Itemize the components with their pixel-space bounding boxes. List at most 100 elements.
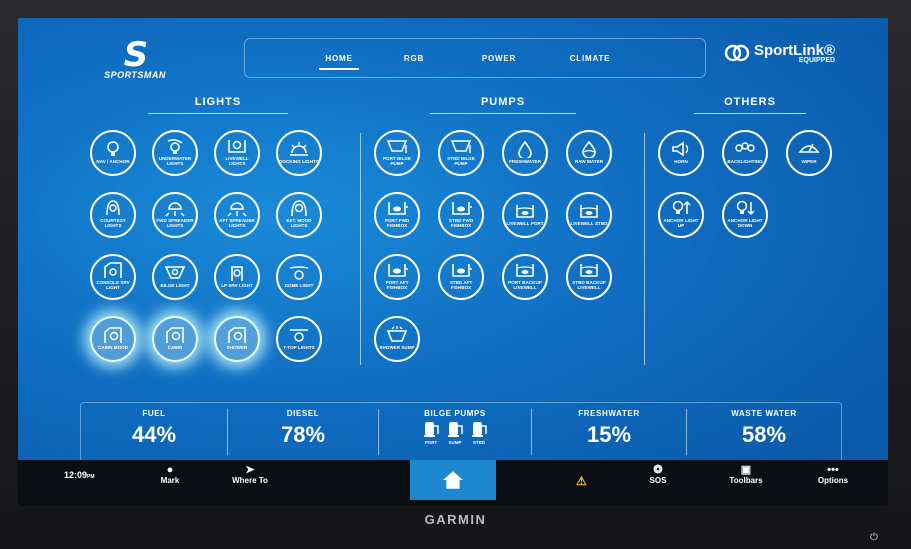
- pump-button-stbd-backup-livewell[interactable]: STBD BACKUP LIVEWELL: [566, 254, 612, 300]
- other-button-anchor-light-up[interactable]: ANCHOR LIGHT UP: [658, 192, 704, 238]
- fuel-gauge: FUEL 44%: [81, 403, 227, 461]
- underwater-light-icon: [167, 139, 183, 154]
- light-button-cabin[interactable]: CABIN: [152, 316, 198, 362]
- pump-button-port-aft-fishbox[interactable]: PORT AFT FISHBOX: [374, 254, 420, 300]
- tab-rgb[interactable]: RGB: [399, 54, 429, 63]
- button-label: CONSOLE SRV LIGHT: [96, 280, 130, 290]
- other-button-horn[interactable]: HORN: [658, 130, 704, 176]
- clock-ampm: PM: [87, 474, 95, 480]
- sump-icon: [386, 325, 408, 342]
- button-label: HORN: [674, 158, 688, 164]
- bilge-pump-icon: [448, 422, 463, 437]
- shower-light-icon: [228, 326, 246, 343]
- tab-power[interactable]: POWER: [479, 54, 519, 63]
- bilge-pump-sump-indicator: SUMP: [446, 420, 464, 445]
- waste-water-gauge: WASTE WATER 58%: [687, 403, 841, 461]
- pump-button-port-bilge-pump[interactable]: PORT BILGE PUMP: [374, 130, 420, 176]
- button-label: STBD FWD FISHBOX: [448, 218, 474, 228]
- bilge-pump-icon: [472, 422, 487, 437]
- warning-icon[interactable]: ⚠: [576, 474, 587, 488]
- light-button-ext-mood-lights[interactable]: EXT. MOOD LIGHTS: [276, 192, 322, 238]
- mark-button[interactable]: ● Mark: [150, 464, 190, 485]
- button-label: STBD AFT FISHBOX: [449, 280, 473, 290]
- home-icon: [443, 471, 463, 489]
- where-to-button[interactable]: ➤ Where To: [220, 464, 280, 485]
- fuel-value: 44%: [131, 422, 177, 447]
- bilge-pump-icon: [424, 422, 439, 437]
- light-button-dome-light[interactable]: DOME LIGHT: [276, 254, 322, 300]
- home-button[interactable]: [410, 460, 496, 500]
- options-button[interactable]: ••• Options: [808, 464, 858, 485]
- light-button-t-top-lights[interactable]: T-TOP LIGHTS: [276, 316, 322, 362]
- anchor-light-down-icon: [736, 200, 755, 216]
- button-label: PORT AFT FISHBOX: [385, 280, 409, 290]
- light-button-docking-lights[interactable]: DOCKING LIGHTS: [276, 130, 322, 176]
- pump-button-port-backup-livewell[interactable]: PORT BACKUP LIVEWELL: [502, 254, 548, 300]
- pump-button-port-fwd-fishbox[interactable]: PORT FWD FISHBOX: [374, 192, 420, 238]
- bilge-pumps-status: BILGE PUMPS PORT SUMP STBD: [379, 403, 531, 461]
- backlighting-icon: [735, 141, 755, 152]
- pumps-heading: PUMPS: [430, 96, 576, 114]
- courtesy-light-icon: [106, 200, 120, 216]
- button-label: EXT. MOOD LIGHTS: [286, 218, 312, 228]
- bilge-pump-port-indicator: PORT: [422, 420, 440, 445]
- freshwater-value: 15%: [586, 422, 632, 447]
- light-button-bilge-light[interactable]: BILGE LIGHT: [152, 254, 198, 300]
- sportlink-logo: SportLink® EQUIPPED: [724, 42, 835, 64]
- tab-climate[interactable]: CLIMATE: [565, 54, 615, 63]
- button-label: COURTESY LIGHTS: [100, 218, 126, 228]
- power-icon[interactable]: ⏻: [870, 532, 878, 543]
- pump-button-stbd-aft-fishbox[interactable]: STBD AFT FISHBOX: [438, 254, 484, 300]
- button-label: LIVEWELL PORT: [506, 220, 544, 226]
- toolbar-icon: ▣: [740, 464, 752, 476]
- options-label: Options: [817, 476, 849, 485]
- button-label: SHOWER SUMP: [379, 344, 415, 350]
- fishbox-icon: [452, 264, 472, 277]
- toolbars-button[interactable]: ▣ Toolbars: [718, 464, 774, 485]
- chartplotter-screen: S SPORTSMAN HOME RGB POWER CLIMATE Sport…: [18, 18, 888, 506]
- waste-water-value: 58%: [741, 422, 787, 447]
- bottom-toolbar: 12:09PM ● Mark ➤ Where To ⚠ ❂ SOS ▣ Tool…: [18, 460, 888, 506]
- light-button-courtesy-lights[interactable]: COURTESY LIGHTS: [90, 192, 136, 238]
- pump-button-stbd-fwd-fishbox[interactable]: STBD FWD FISHBOX: [438, 192, 484, 238]
- button-label: STBD BILGE PUMP: [447, 156, 475, 166]
- spreader-light-icon: [227, 202, 247, 217]
- light-button-livewell-lights[interactable]: LIVEWELL LIGHTS: [214, 130, 260, 176]
- light-button-shower[interactable]: SHOWER: [214, 316, 260, 362]
- others-heading: OTHERS: [694, 96, 806, 114]
- light-button-fwd-spreader-lights[interactable]: FWD SPREADER LIGHTS: [152, 192, 198, 238]
- sportlink-name: SportLink®: [754, 41, 836, 59]
- button-label: AFT SPREADER LIGHTS: [219, 218, 255, 228]
- button-label: RAW WATER: [574, 158, 604, 164]
- pump-button-livewell-port[interactable]: LIVEWELL PORT: [502, 192, 548, 238]
- light-button-cabin-mood[interactable]: CABIN MOOD: [90, 316, 136, 362]
- other-button-backlighting[interactable]: BACKLIGHTING: [722, 130, 768, 176]
- sportsman-logo: S SPORTSMAN: [100, 38, 170, 80]
- lights-heading: LIGHTS: [148, 96, 288, 114]
- button-label: ANCHOR LIGHT DOWN: [727, 218, 763, 228]
- location-pin-icon: ●: [166, 464, 174, 476]
- pump-button-shower-sump[interactable]: SHOWER SUMP: [374, 316, 420, 362]
- button-label: BILGE LIGHT: [160, 282, 190, 288]
- pump-button-freshwater[interactable]: FRESHWATER: [502, 130, 548, 176]
- button-label: PORT BILGE PUMP: [382, 156, 412, 166]
- bilge-pump-icon: [450, 140, 472, 153]
- pump-button-livewell-stbd[interactable]: LIVEWELL STBD: [566, 192, 612, 238]
- button-label: PORT BACKUP LIVEWELL: [508, 280, 542, 290]
- light-button-lp-srv-light[interactable]: LP SRV LIGHT: [214, 254, 260, 300]
- mood-light-icon: [291, 200, 307, 217]
- pump-button-stbd-bilge-pump[interactable]: STBD BILGE PUMP: [438, 130, 484, 176]
- light-button-aft-spreader-lights[interactable]: AFT SPREADER LIGHTS: [214, 192, 260, 238]
- sos-button[interactable]: ❂ SOS: [638, 464, 678, 485]
- tab-home[interactable]: HOME: [319, 54, 359, 70]
- light-button-underwater-lights[interactable]: UNDERWATER LIGHTS: [152, 130, 198, 176]
- other-button-anchor-light-down[interactable]: ANCHOR LIGHT DOWN: [722, 192, 768, 238]
- pump-button-raw-water[interactable]: RAW WATER: [566, 130, 612, 176]
- button-label: PORT FWD FISHBOX: [384, 218, 410, 228]
- light-button-nav-anchor[interactable]: NAV / ANCHOR: [90, 130, 136, 176]
- button-label: T-TOP LIGHTS: [283, 344, 315, 350]
- button-label: LIVEWELL LIGHTS: [225, 156, 249, 166]
- other-button-wiper[interactable]: WIPER: [786, 130, 832, 176]
- wiper-icon: [798, 143, 820, 153]
- light-button-console-srv-light[interactable]: CONSOLE SRV LIGHT: [90, 254, 136, 300]
